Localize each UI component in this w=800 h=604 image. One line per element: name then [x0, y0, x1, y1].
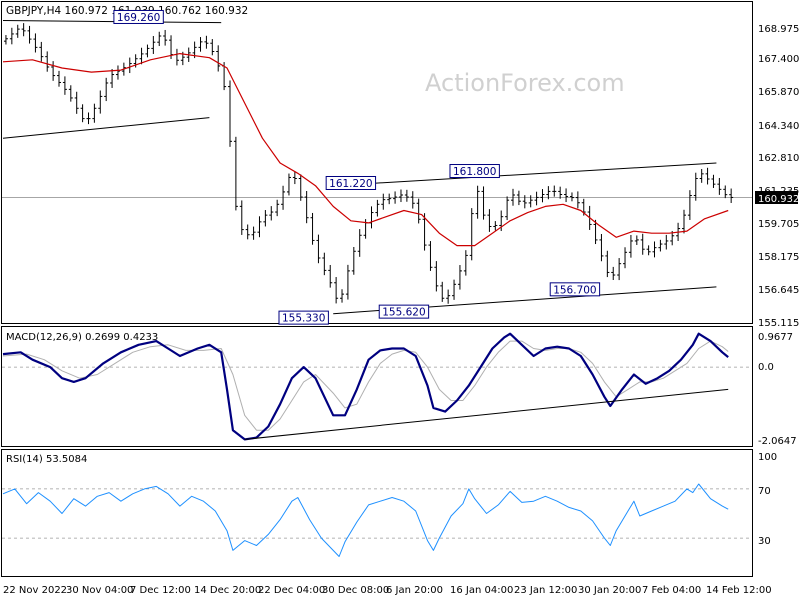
time-tick: 23 Jan 12:00 — [514, 585, 577, 596]
time-tick: 30 Nov 04:00 — [66, 585, 133, 596]
price-annotation-label: 155.330 — [282, 313, 325, 325]
time-tick: 16 Jan 04:00 — [450, 585, 513, 596]
time-tick: 22 Nov 2022 — [3, 585, 67, 596]
price-tick: 168.975 — [758, 24, 799, 35]
price-tick: 155.115 — [758, 318, 799, 329]
rsi-tick-70: 70 — [758, 486, 771, 497]
last-price-label: 160.932 — [758, 194, 799, 205]
price-annotation-label: 161.220 — [329, 178, 372, 190]
price-tick: 162.810 — [758, 153, 799, 164]
macd-tick-zero: 0.0 — [758, 362, 774, 373]
time-tick: 14 Dec 20:00 — [194, 585, 261, 596]
price-tick: 165.870 — [758, 87, 799, 98]
price-annotation-label: 155.620 — [382, 307, 425, 319]
time-tick: 22 Dec 04:00 — [258, 585, 325, 596]
time-axis: 22 Nov 2022 30 Nov 04:00 7 Dec 12:00 14 … — [3, 585, 772, 596]
macd-tick-top: 0.9677 — [758, 332, 793, 343]
rsi-label: RSI(14) 53.5084 — [6, 454, 87, 465]
price-tick: 164.340 — [758, 121, 799, 132]
time-tick: 14 Feb 12:00 — [706, 585, 772, 596]
price-tick: 159.705 — [758, 219, 799, 230]
chart-svg: GBPJPY,H4 160.972 161.039 160.762 160.93… — [0, 0, 800, 600]
time-tick: 30 Dec 08:00 — [322, 585, 389, 596]
chart-window: GBPJPY,H4 160.972 161.039 160.762 160.93… — [0, 0, 800, 600]
time-tick: 7 Dec 12:00 — [130, 585, 191, 596]
watermark: ActionForex.com — [425, 69, 625, 97]
time-tick: 30 Jan 20:00 — [578, 585, 641, 596]
price-annotation-label: 161.800 — [453, 166, 496, 178]
chart-background — [0, 0, 800, 600]
rsi-tick-100: 100 — [758, 452, 777, 463]
time-tick: 6 Jan 20:00 — [386, 585, 443, 596]
price-annotation-label: 169.260 — [117, 12, 160, 24]
macd-tick-bottom: -2.0647 — [758, 436, 797, 447]
rsi-tick-30: 30 — [758, 536, 771, 547]
price-tick: 156.645 — [758, 285, 799, 296]
macd-label: MACD(12,26,9) 0.2699 0.4233 — [6, 332, 158, 343]
price-tick: 158.175 — [758, 252, 799, 263]
price-tick: 167.400 — [758, 54, 799, 65]
time-tick: 7 Feb 04:00 — [642, 585, 701, 596]
price-annotation-label: 156.700 — [553, 284, 596, 296]
